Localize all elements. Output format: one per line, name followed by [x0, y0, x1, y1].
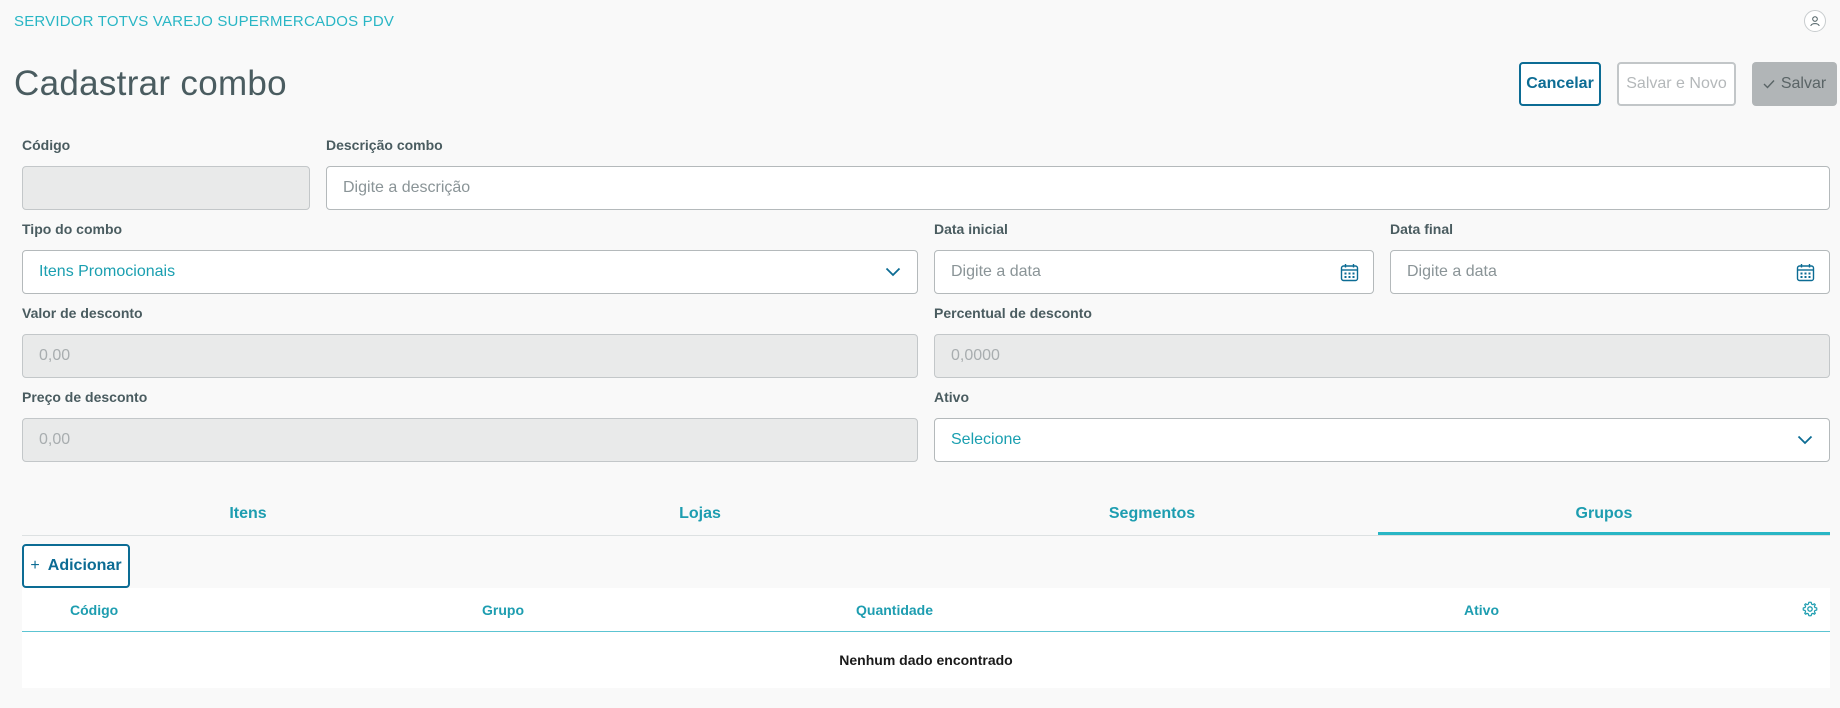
data-final-input[interactable]: Digite a data	[1390, 250, 1830, 294]
data-final-placeholder: Digite a data	[1407, 263, 1497, 280]
descricao-input[interactable]: Digite a descrição	[326, 166, 1830, 210]
preco-desconto-value: 0,00	[39, 431, 71, 448]
valor-desconto-value: 0,00	[39, 347, 71, 364]
data-inicial-input[interactable]: Digite a data	[934, 250, 1374, 294]
tab-segmentos[interactable]: Segmentos	[926, 496, 1378, 535]
percentual-desconto-value: 0,0000	[951, 347, 1000, 364]
percentual-desconto-label: Percentual de desconto	[934, 305, 1092, 321]
save-button[interactable]: Salvar	[1752, 62, 1837, 106]
ativo-select[interactable]: Selecione	[934, 418, 1830, 462]
add-button[interactable]: + Adicionar	[22, 544, 130, 588]
check-icon	[1763, 80, 1775, 89]
preco-desconto-label: Preço de desconto	[22, 389, 148, 405]
top-bar: SERVIDOR TOTVS VAREJO SUPERMERCADOS PDV	[0, 0, 1840, 42]
codigo-input[interactable]	[22, 166, 310, 210]
app-title: SERVIDOR TOTVS VAREJO SUPERMERCADOS PDV	[14, 12, 395, 30]
save-and-new-button[interactable]: Salvar e Novo	[1617, 62, 1736, 106]
tab-itens[interactable]: Itens	[22, 496, 474, 535]
ativo-value: Selecione	[951, 431, 1022, 448]
chevron-down-icon	[885, 267, 901, 277]
descricao-placeholder: Digite a descrição	[343, 179, 471, 196]
add-label: Adicionar	[47, 557, 122, 574]
column-header-ativo[interactable]: Ativo	[1464, 602, 1499, 618]
column-header-grupo[interactable]: Grupo	[482, 602, 524, 618]
calendar-icon[interactable]	[1796, 263, 1815, 282]
tipo-combo-value: Itens Promocionais	[39, 263, 176, 280]
tipo-combo-label: Tipo do combo	[22, 221, 123, 237]
valor-desconto-input[interactable]: 0,00	[22, 334, 918, 378]
column-header-quantidade[interactable]: Quantidade	[856, 602, 933, 618]
empty-state-text: Nenhum dado encontrado	[839, 652, 1013, 668]
preco-desconto-input[interactable]: 0,00	[22, 418, 918, 462]
valor-desconto-label: Valor de desconto	[22, 305, 143, 321]
plus-icon: +	[30, 557, 40, 574]
cancel-button[interactable]: Cancelar	[1519, 62, 1601, 106]
groups-table: Código Grupo Quantidade Ativo Nenhum dad…	[22, 588, 1830, 688]
gear-icon[interactable]	[1802, 601, 1818, 617]
tab-grupos[interactable]: Grupos	[1378, 496, 1830, 535]
data-inicial-label: Data inicial	[934, 221, 1008, 237]
user-avatar[interactable]	[1804, 10, 1826, 32]
ativo-label: Ativo	[934, 389, 969, 405]
calendar-icon[interactable]	[1340, 263, 1359, 282]
percentual-desconto-input[interactable]: 0,0000	[934, 334, 1830, 378]
codigo-label: Código	[22, 137, 71, 153]
tab-lojas[interactable]: Lojas	[474, 496, 926, 535]
user-icon	[1810, 16, 1820, 27]
tab-bar: Itens Lojas Segmentos Grupos	[22, 496, 1830, 536]
table-header: Código Grupo Quantidade Ativo	[22, 588, 1830, 632]
save-label: Salvar	[1780, 75, 1827, 92]
tipo-combo-select[interactable]: Itens Promocionais	[22, 250, 918, 294]
column-header-codigo[interactable]: Código	[70, 602, 118, 618]
page-title: Cadastrar combo	[14, 64, 287, 103]
descricao-label: Descrição combo	[326, 137, 443, 153]
action-buttons: Cancelar Salvar e Novo Salvar	[1519, 62, 1837, 106]
chevron-down-icon	[1797, 435, 1813, 445]
data-inicial-placeholder: Digite a data	[951, 263, 1041, 280]
data-final-label: Data final	[1390, 221, 1454, 237]
